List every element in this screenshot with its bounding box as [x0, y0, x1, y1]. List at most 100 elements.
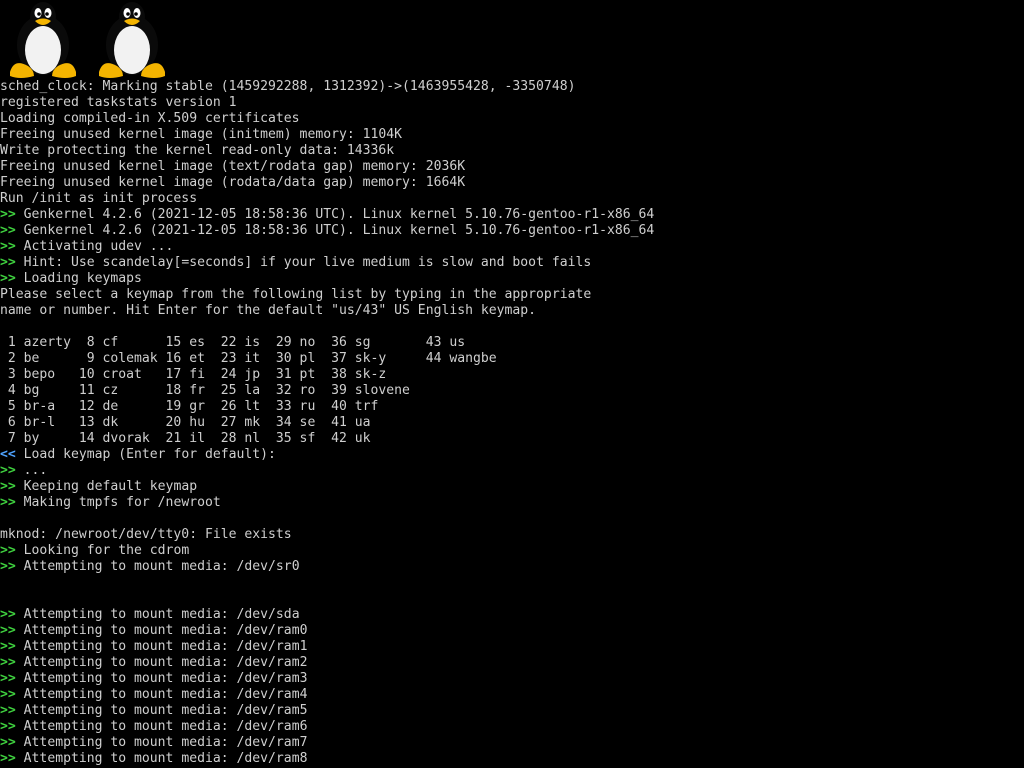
- status-prompt-marker: >>: [0, 719, 16, 734]
- console-line: Please select a keymap from the followin…: [0, 287, 1024, 303]
- console-line: 6 br-l 13 dk 20 hu 27 mk 34 se 41 ua: [0, 415, 1024, 431]
- console-line-text: Looking for the cdrom: [15, 543, 190, 558]
- console-line-text: Freeing unused kernel image (rodata/data…: [0, 175, 466, 190]
- console-line-text: Please select a keymap from the followin…: [0, 287, 592, 302]
- console-line: >> Looking for the cdrom: [0, 543, 1024, 559]
- console-line: Write protecting the kernel read-only da…: [0, 143, 1024, 159]
- status-prompt-marker: >>: [0, 255, 16, 270]
- status-prompt-marker: >>: [0, 639, 16, 654]
- console-line-text: 7 by 14 dvorak 21 il 28 nl 35 sf 42 uk: [0, 431, 371, 446]
- console-line: mknod: /newroot/dev/tty0: File exists: [0, 527, 1024, 543]
- status-prompt-marker: >>: [0, 543, 16, 558]
- console-line-text: Attempting to mount media: /dev/ram3: [15, 671, 308, 686]
- console-line-text: Keeping default keymap: [15, 479, 198, 494]
- console-line: >> ...: [0, 463, 1024, 479]
- console-line-text: 6 br-l 13 dk 20 hu 27 mk 34 se 41 ua: [0, 415, 371, 430]
- console-line: >> Attempting to mount media: /dev/ram1: [0, 639, 1024, 655]
- console-line: name or number. Hit Enter for the defaul…: [0, 303, 1024, 319]
- console-line: >> Keeping default keymap: [0, 479, 1024, 495]
- console-line: >> Attempting to mount media: /dev/ram7: [0, 735, 1024, 751]
- console-line-text: Attempting to mount media: /dev/ram5: [15, 703, 308, 718]
- console-line: sched_clock: Marking stable (1459292288,…: [0, 79, 1024, 95]
- console-line-text: name or number. Hit Enter for the defaul…: [0, 303, 537, 318]
- console-line: 4 bg 11 cz 18 fr 25 la 32 ro 39 slovene: [0, 383, 1024, 399]
- console-line: >> Attempting to mount media: /dev/ram0: [0, 623, 1024, 639]
- console-line-text: Attempting to mount media: /dev/sr0: [15, 559, 300, 574]
- console-line-text: Attempting to mount media: /dev/ram1: [15, 639, 308, 654]
- tux-penguin-icon: [99, 2, 165, 78]
- boot-console: sched_clock: Marking stable (1459292288,…: [0, 79, 1024, 768]
- console-line-text: 1 azerty 8 cf 15 es 22 is 29 no 36 sg 43…: [0, 335, 466, 350]
- console-line-text: Attempting to mount media: /dev/ram8: [15, 751, 308, 766]
- console-line: 7 by 14 dvorak 21 il 28 nl 35 sf 42 uk: [0, 431, 1024, 447]
- status-prompt-marker: >>: [0, 463, 16, 478]
- console-line: << Load keymap (Enter for default):: [0, 447, 1024, 463]
- status-prompt-marker: >>: [0, 607, 16, 622]
- console-line-text: Hint: Use scandelay[=seconds] if your li…: [15, 255, 592, 270]
- console-line: Freeing unused kernel image (text/rodata…: [0, 159, 1024, 175]
- console-line: Run /init as init process: [0, 191, 1024, 207]
- console-line-text: Attempting to mount media: /dev/ram2: [15, 655, 308, 670]
- console-line: >> Attempting to mount media: /dev/ram8: [0, 751, 1024, 767]
- console-line-text: sched_clock: Marking stable (1459292288,…: [0, 79, 576, 94]
- console-line: Loading compiled-in X.509 certificates: [0, 111, 1024, 127]
- status-prompt-marker: >>: [0, 207, 16, 222]
- console-line: registered taskstats version 1: [0, 95, 1024, 111]
- console-line-text: 2 be 9 colemak 16 et 23 it 30 pl 37 sk-y…: [0, 351, 497, 366]
- console-line: >> Attempting to mount media: /dev/ram6: [0, 719, 1024, 735]
- boot-logo-row: [0, 0, 200, 84]
- console-line-text: Write protecting the kernel read-only da…: [0, 143, 395, 158]
- status-prompt-marker: >>: [0, 751, 16, 766]
- console-line-text: mknod: /newroot/dev/tty0: File exists: [0, 527, 292, 542]
- console-line: >> Attempting to mount media: /dev/ram2: [0, 655, 1024, 671]
- status-prompt-marker: >>: [0, 735, 16, 750]
- status-prompt-marker: >>: [0, 623, 16, 638]
- status-prompt-marker: >>: [0, 479, 16, 494]
- console-line: >> Attempting to mount media: /dev/sda: [0, 607, 1024, 623]
- console-line-text: 4 bg 11 cz 18 fr 25 la 32 ro 39 slovene: [0, 383, 410, 398]
- console-line-text: Freeing unused kernel image (text/rodata…: [0, 159, 466, 174]
- console-line: >> Attempting to mount media: /dev/sr0: [0, 559, 1024, 575]
- console-line: >> Attempting to mount media: /dev/ram5: [0, 703, 1024, 719]
- console-line-text: Run /init as init process: [0, 191, 198, 206]
- status-prompt-marker: >>: [0, 671, 16, 686]
- input-prompt-marker: <<: [0, 447, 16, 462]
- status-prompt-marker: >>: [0, 559, 16, 574]
- console-line-text: Activating udev ...: [15, 239, 174, 254]
- console-line-text: 5 br-a 12 de 19 gr 26 lt 33 ru 40 trf: [0, 399, 379, 414]
- status-prompt-marker: >>: [0, 655, 16, 670]
- console-line: >> Genkernel 4.2.6 (2021-12-05 18:58:36 …: [0, 207, 1024, 223]
- console-line-text: Making tmpfs for /newroot: [15, 495, 221, 510]
- console-line: 3 bepo 10 croat 17 fi 24 jp 31 pt 38 sk-…: [0, 367, 1024, 383]
- status-prompt-marker: >>: [0, 687, 16, 702]
- console-line-text: Attempting to mount media: /dev/sda: [15, 607, 300, 622]
- console-line: >> Activating udev ...: [0, 239, 1024, 255]
- status-prompt-marker: >>: [0, 495, 16, 510]
- console-line: >> Genkernel 4.2.6 (2021-12-05 18:58:36 …: [0, 223, 1024, 239]
- console-line: 5 br-a 12 de 19 gr 26 lt 33 ru 40 trf: [0, 399, 1024, 415]
- console-line-text: Genkernel 4.2.6 (2021-12-05 18:58:36 UTC…: [15, 223, 655, 238]
- console-line-text: Attempting to mount media: /dev/ram6: [15, 719, 308, 734]
- console-line: >> Hint: Use scandelay[=seconds] if your…: [0, 255, 1024, 271]
- console-line-text: Attempting to mount media: /dev/ram4: [15, 687, 308, 702]
- console-line-text: Loading compiled-in X.509 certificates: [0, 111, 300, 126]
- console-line-text: Attempting to mount media: /dev/ram7: [15, 735, 308, 750]
- console-line-text: Genkernel 4.2.6 (2021-12-05 18:58:36 UTC…: [15, 207, 655, 222]
- console-line: >> Loading keymaps: [0, 271, 1024, 287]
- console-line: 1 azerty 8 cf 15 es 22 is 29 no 36 sg 43…: [0, 335, 1024, 351]
- tux-penguin-icon: [10, 2, 76, 78]
- status-prompt-marker: >>: [0, 703, 16, 718]
- status-prompt-marker: >>: [0, 223, 16, 238]
- console-line-text: Loading keymaps: [15, 271, 142, 286]
- console-line-text: ...: [15, 463, 48, 478]
- console-line: >> Making tmpfs for /newroot: [0, 495, 1024, 511]
- console-line: >> Attempting to mount media: /dev/ram3: [0, 671, 1024, 687]
- console-line-text: Load keymap (Enter for default):: [15, 447, 276, 462]
- console-line-text: Freeing unused kernel image (initmem) me…: [0, 127, 403, 142]
- console-line: 2 be 9 colemak 16 et 23 it 30 pl 37 sk-y…: [0, 351, 1024, 367]
- console-line-text: registered taskstats version 1: [0, 95, 237, 110]
